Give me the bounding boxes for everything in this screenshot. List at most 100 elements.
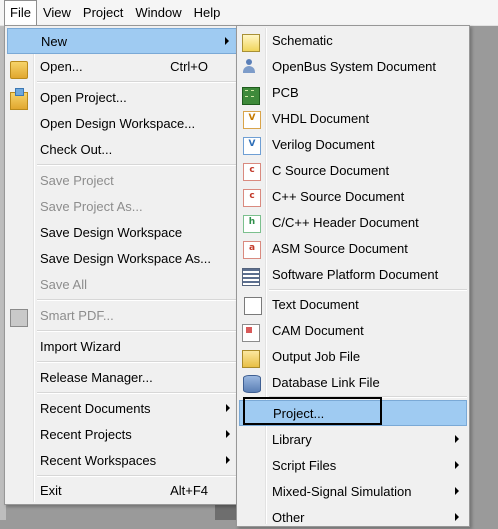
menu-item-open-design-workspace[interactable]: Open Design Workspace... — [7, 111, 238, 135]
vhdl-icon: V — [243, 111, 261, 129]
c-header-icon: h — [243, 215, 261, 233]
pcb-icon — [242, 87, 260, 105]
cpp-source-icon: c — [243, 189, 261, 207]
menu-item-script-files[interactable]: Script Files — [239, 453, 467, 477]
file-menu: New Open... Ctrl+O Open Project... Open … — [4, 25, 241, 505]
menu-item-software-platform[interactable]: Software Platform Document — [239, 262, 467, 286]
menu-item-save-project-as[interactable]: Save Project As... — [7, 194, 238, 218]
menu-item-label: Smart PDF... — [40, 307, 114, 323]
menu-item-open-project[interactable]: Open Project... — [7, 85, 238, 110]
menu-item-vhdl[interactable]: V VHDL Document — [239, 106, 467, 130]
folder-open-icon — [10, 61, 28, 79]
menu-item-recent-workspaces[interactable]: Recent Workspaces — [7, 448, 238, 472]
menu-item-label: Open Design Workspace... — [40, 115, 196, 131]
menu-item-label: Database Link File — [272, 374, 380, 390]
cam-document-icon — [242, 324, 260, 342]
menu-help[interactable]: Help — [188, 0, 227, 25]
menu-separator — [37, 81, 238, 83]
smart-pdf-icon — [10, 309, 28, 327]
menu-item-project[interactable]: Project... — [239, 400, 467, 426]
output-job-icon — [242, 350, 260, 368]
menu-item-label: Import Wizard — [40, 338, 121, 354]
menu-item-label: PCB — [272, 84, 299, 100]
verilog-icon: V — [243, 137, 261, 155]
menu-item-smart-pdf[interactable]: Smart PDF... — [7, 303, 238, 327]
menu-item-label: Open Project... — [40, 89, 127, 105]
menu-item-label: C/C++ Header Document — [272, 214, 419, 230]
menu-file[interactable]: File — [4, 0, 37, 25]
menu-item-label: Software Platform Document — [272, 266, 439, 282]
menu-item-label: Output Job File — [272, 348, 361, 364]
menu-item-mixed-signal[interactable]: Mixed-Signal Simulation — [239, 479, 467, 503]
menu-item-schematic[interactable]: Schematic — [239, 28, 467, 52]
menu-item-cam-document[interactable]: CAM Document — [239, 318, 467, 342]
software-platform-icon — [242, 268, 260, 286]
submenu-arrow-icon — [455, 435, 459, 443]
menu-window[interactable]: Window — [129, 0, 187, 25]
menu-item-label: Release Manager... — [40, 369, 153, 385]
menu-item-label: Project... — [273, 405, 325, 421]
menu-item-label: Save Design Workspace As... — [40, 250, 212, 266]
menu-item-database-link[interactable]: Database Link File — [239, 370, 467, 394]
menu-item-label: OpenBus System Document — [272, 58, 437, 74]
menu-item-label: C++ Source Document — [272, 188, 405, 204]
menu-view[interactable]: View — [37, 0, 77, 25]
shortcut-label: Ctrl+O — [170, 58, 208, 74]
menu-item-verilog[interactable]: V Verilog Document — [239, 132, 467, 156]
menu-item-open[interactable]: Open... Ctrl+O — [7, 54, 238, 79]
menu-item-save-project[interactable]: Save Project — [7, 168, 238, 192]
menu-item-other[interactable]: Other — [239, 505, 467, 529]
menu-separator — [37, 475, 238, 477]
submenu-arrow-icon — [455, 487, 459, 495]
menu-separator — [37, 330, 238, 332]
menu-item-label: Schematic — [272, 32, 333, 48]
menu-item-label: Recent Documents — [40, 400, 151, 416]
menu-item-exit[interactable]: Exit Alt+F4 — [7, 478, 238, 502]
menu-item-text-document[interactable]: Text Document — [239, 292, 467, 316]
menu-item-check-out[interactable]: Check Out... — [7, 137, 238, 161]
menu-item-save-design-workspace-as[interactable]: Save Design Workspace As... — [7, 246, 238, 270]
menu-item-c-header[interactable]: h C/C++ Header Document — [239, 210, 467, 234]
menu-item-label: Library — [272, 431, 312, 447]
submenu-arrow-icon — [226, 430, 230, 438]
c-source-icon: c — [243, 163, 261, 181]
open-project-icon — [10, 88, 28, 110]
menu-separator — [37, 361, 238, 363]
menu-item-output-job[interactable]: Output Job File — [239, 344, 467, 368]
menu-item-openbus[interactable]: OpenBus System Document — [239, 54, 467, 78]
submenu-arrow-icon — [455, 461, 459, 469]
menu-bar: File View Project Window Help — [0, 0, 498, 26]
menu-item-label: Open... — [40, 58, 83, 74]
menu-item-save-design-workspace[interactable]: Save Design Workspace — [7, 220, 238, 244]
menu-item-label: Recent Projects — [40, 426, 132, 442]
menu-separator — [37, 299, 238, 301]
menu-item-label: Other — [272, 509, 305, 525]
menu-item-import-wizard[interactable]: Import Wizard — [7, 334, 238, 358]
menu-separator — [269, 289, 467, 291]
menu-item-release-manager[interactable]: Release Manager... — [7, 365, 238, 389]
menu-item-c-source[interactable]: c C Source Document — [239, 158, 467, 182]
menu-item-label: ASM Source Document — [272, 240, 408, 256]
menu-item-label: Mixed-Signal Simulation — [272, 483, 412, 499]
menu-project[interactable]: Project — [77, 0, 129, 25]
menu-item-label: CAM Document — [272, 322, 364, 338]
menu-item-recent-documents[interactable]: Recent Documents — [7, 396, 238, 420]
menu-item-label: Check Out... — [40, 141, 113, 157]
openbus-icon — [242, 59, 258, 75]
menu-item-label: Recent Workspaces — [40, 452, 157, 468]
menu-item-label: Save Design Workspace — [40, 224, 183, 240]
menu-item-asm-source[interactable]: a ASM Source Document — [239, 236, 467, 260]
schematic-icon — [242, 34, 260, 52]
menu-item-recent-projects[interactable]: Recent Projects — [7, 422, 238, 446]
menu-item-cpp-source[interactable]: c C++ Source Document — [239, 184, 467, 208]
menu-item-label: Save All — [40, 276, 87, 292]
text-document-icon — [244, 297, 262, 315]
menu-item-library[interactable]: Library — [239, 427, 467, 451]
menu-separator — [37, 392, 238, 394]
menu-item-new[interactable]: New — [7, 28, 238, 54]
menu-item-label: VHDL Document — [272, 110, 370, 126]
shortcut-label: Alt+F4 — [170, 482, 208, 498]
menu-item-pcb[interactable]: PCB — [239, 80, 467, 105]
menu-item-label: C Source Document — [272, 162, 390, 178]
menu-item-save-all[interactable]: Save All — [7, 272, 238, 296]
